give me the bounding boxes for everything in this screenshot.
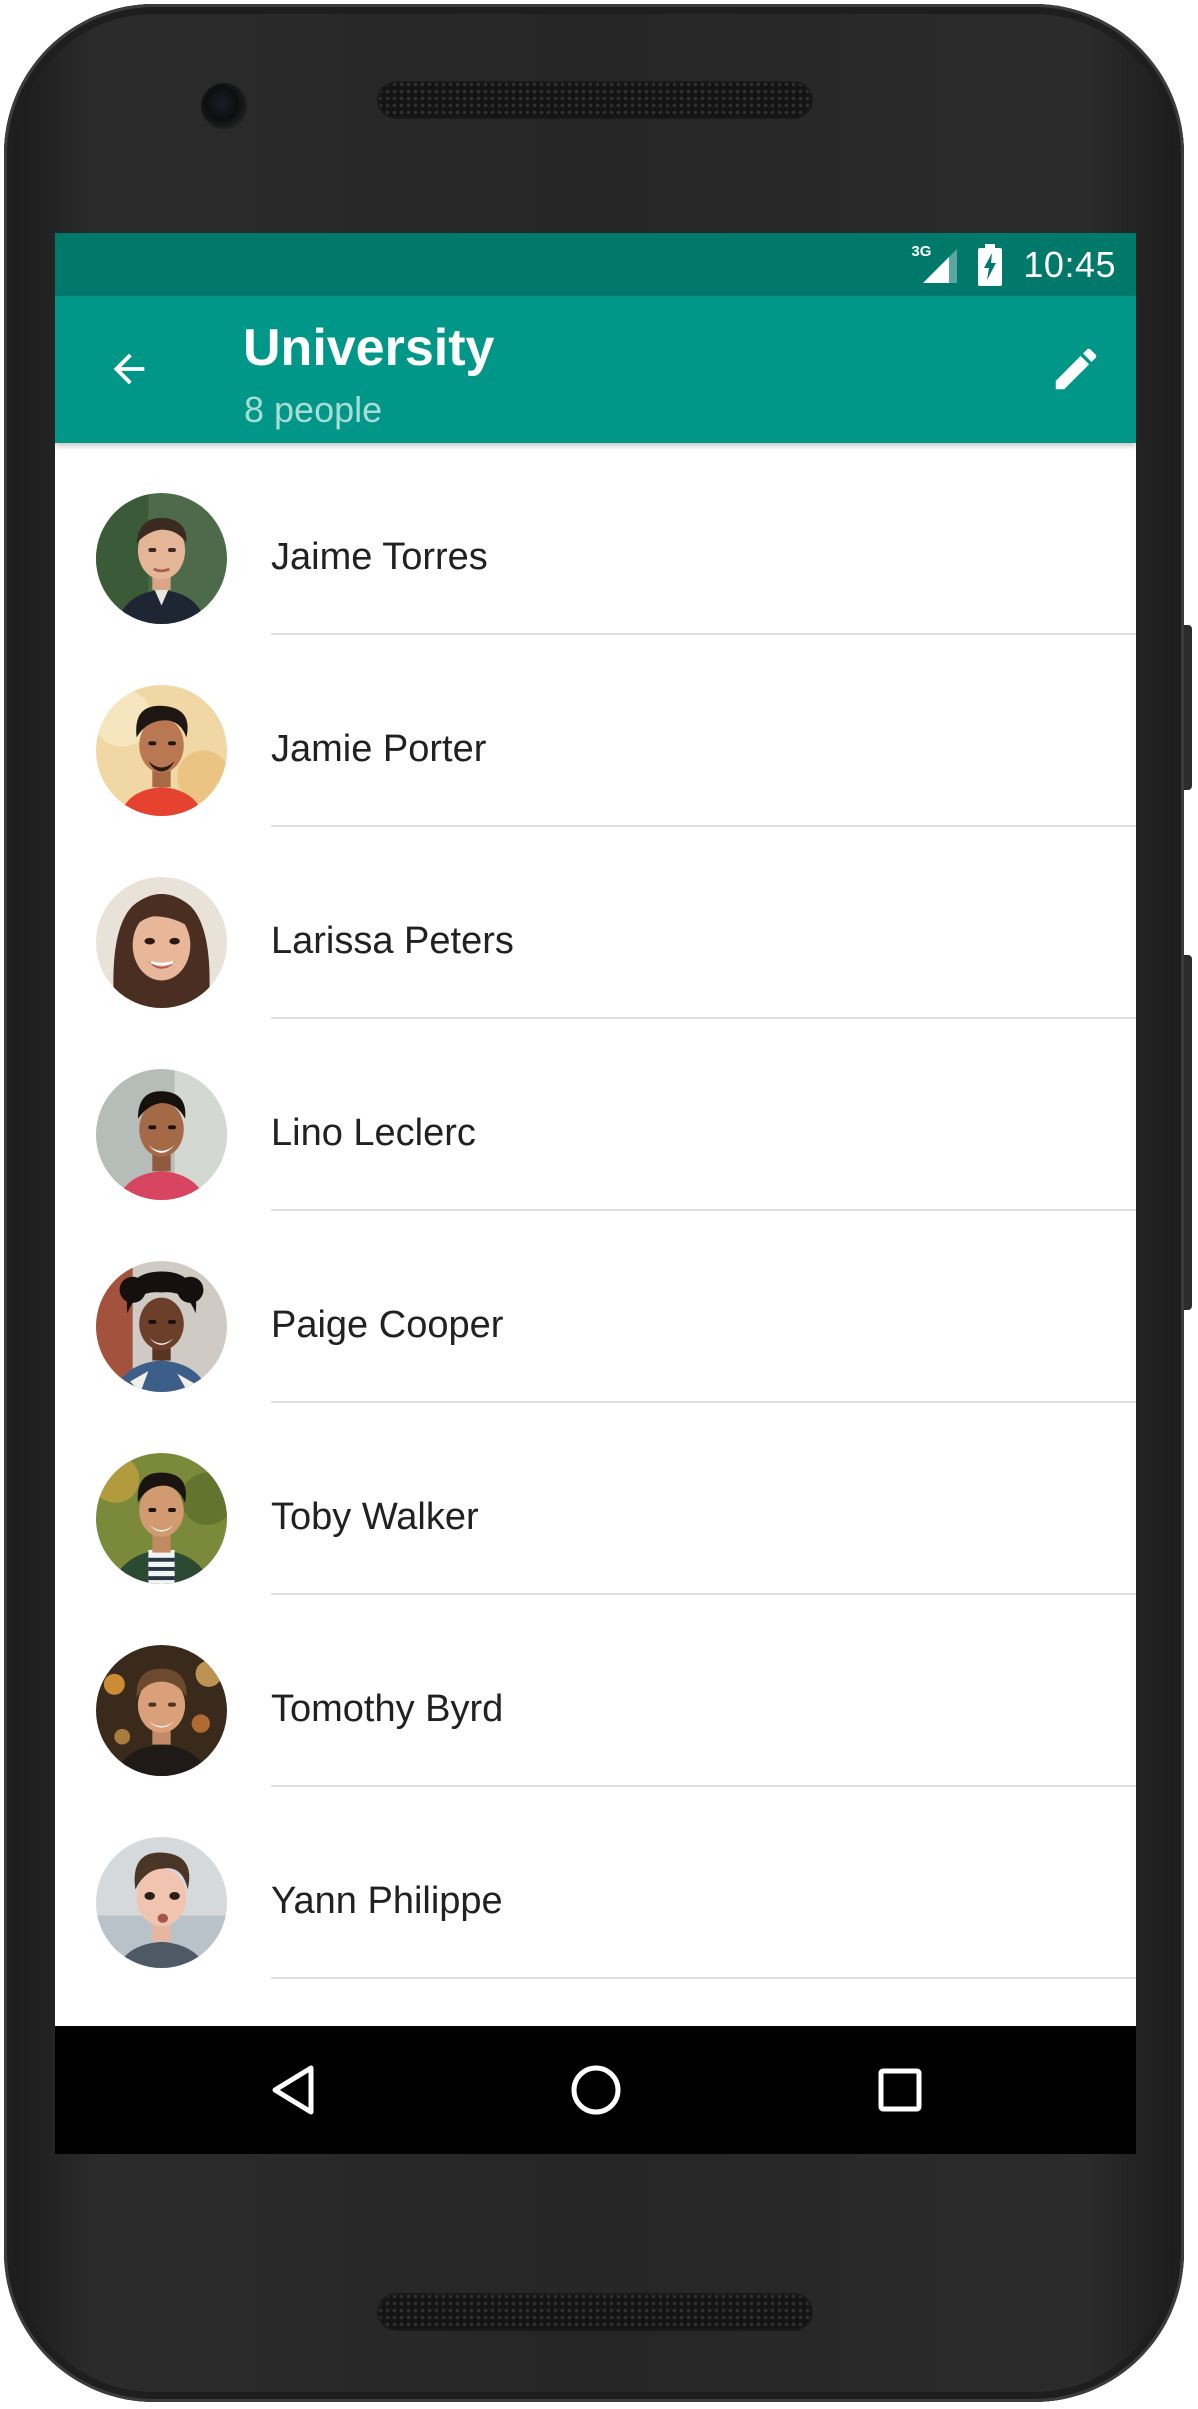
divider [271,1977,1136,1979]
nav-recents-button[interactable] [864,2054,936,2126]
status-icons: 3G 10:45 [911,233,1116,296]
member-count: 8 people [244,389,383,430]
contact-name: Larissa Peters [271,920,514,962]
avatar [96,1837,227,1968]
nav-back-button[interactable] [257,2054,329,2126]
app-bar: University 8 people [55,296,1136,443]
signal-icon [923,248,958,283]
power-button [1184,625,1192,790]
screen: 3G 10:45 University 8 people Jaime Torre… [55,233,1136,2154]
nav-home-button[interactable] [560,2054,632,2126]
contact-name: Yann Philippe [271,1880,503,1922]
page-title: University [243,319,495,377]
contact-name: Jaime Torres [271,536,488,578]
cellular-indicator: 3G [911,243,958,285]
contact-list: Jaime Torres Jamie Porter Larissa Peters… [55,443,1136,1979]
contact-name: Jamie Porter [271,728,487,770]
back-button[interactable] [101,341,157,397]
navigation-bar [55,2026,1136,2154]
volume-rocker [1184,955,1192,1310]
contact-name: Tomothy Byrd [271,1688,504,1730]
avatar [96,1069,227,1200]
contact-name: Lino Leclerc [271,1112,476,1154]
nav-back-icon [272,2065,314,2115]
status-bar: 3G 10:45 [55,233,1136,296]
nav-recents-icon [878,2068,922,2112]
list-item[interactable]: Tomothy Byrd [55,1595,1136,1787]
front-camera [201,83,247,129]
avatar [96,1261,227,1392]
list-item[interactable]: Paige Cooper [55,1211,1136,1403]
pencil-icon [1055,348,1097,390]
avatar [96,685,227,816]
list-item[interactable]: Lino Leclerc [55,1019,1136,1211]
battery-charging-icon [978,243,1003,286]
nav-home-icon [571,2065,621,2115]
top-speaker-grille [377,81,813,119]
list-item[interactable]: Jaime Torres [55,443,1136,635]
clock: 10:45 [1023,243,1116,285]
avatar [96,493,227,624]
contact-name: Toby Walker [271,1496,479,1538]
bottom-speaker-grille [377,2293,813,2331]
list-item[interactable]: Toby Walker [55,1403,1136,1595]
avatar [96,1645,227,1776]
avatar [96,877,227,1008]
list-item[interactable]: Larissa Peters [55,827,1136,1019]
edit-button[interactable] [1046,339,1106,399]
list-item[interactable]: Yann Philippe [55,1787,1136,1979]
contact-name: Paige Cooper [271,1304,504,1346]
list-item[interactable]: Jamie Porter [55,635,1136,827]
arrow-back-icon [113,353,145,385]
avatar [96,1453,227,1584]
